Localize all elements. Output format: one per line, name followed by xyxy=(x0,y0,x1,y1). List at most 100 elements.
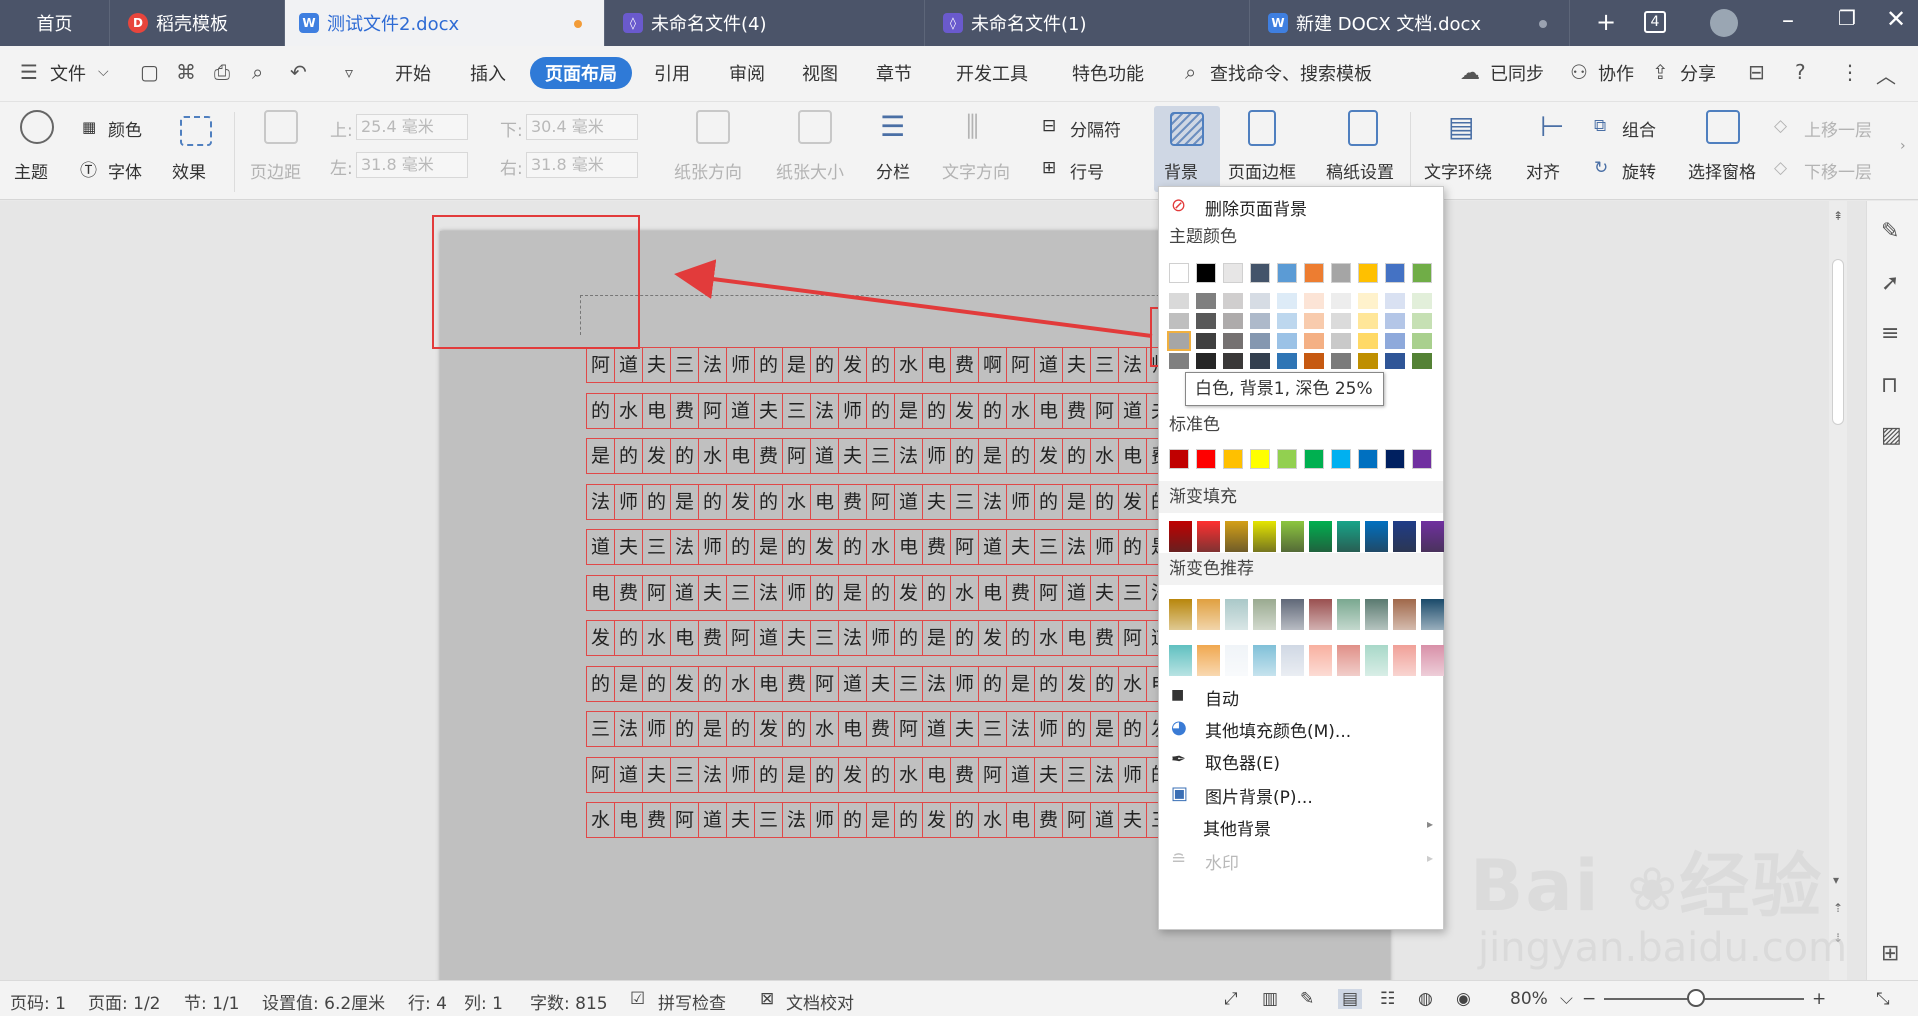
color-swatch[interactable] xyxy=(1196,353,1216,369)
color-swatch[interactable] xyxy=(1167,331,1191,351)
hamburger-icon[interactable]: ☰ xyxy=(20,60,38,84)
print-icon[interactable]: ⎙ xyxy=(214,60,230,84)
gradient-swatch[interactable] xyxy=(1281,521,1304,552)
columns-button[interactable]: 分栏 xyxy=(876,158,910,183)
menu-start[interactable]: 开始 xyxy=(395,60,431,86)
help-icon[interactable]: ? xyxy=(1795,60,1806,84)
setting-value[interactable]: 设置值: 6.2厘米 xyxy=(262,989,385,1014)
avatar[interactable] xyxy=(1710,9,1738,37)
menu-reference[interactable]: 引用 xyxy=(654,60,690,86)
orientation-button[interactable]: 纸张方向 xyxy=(674,158,742,183)
color-swatch[interactable] xyxy=(1304,263,1324,283)
color-swatch[interactable] xyxy=(1169,313,1189,329)
color-swatch[interactable] xyxy=(1331,353,1351,369)
more-icon[interactable]: ▿ xyxy=(345,63,353,82)
proofread-button[interactable]: 文档校对 xyxy=(786,989,854,1014)
gradient-swatch[interactable] xyxy=(1169,645,1192,676)
section-count[interactable]: 节: 1/1 xyxy=(184,989,240,1014)
gradient-swatch[interactable] xyxy=(1281,645,1304,676)
zoom-slider-knob[interactable] xyxy=(1687,989,1705,1007)
color-swatch[interactable] xyxy=(1385,313,1405,329)
color-swatch[interactable] xyxy=(1385,353,1405,369)
color-swatch[interactable] xyxy=(1169,263,1189,283)
bring-forward-button[interactable]: 上移一层 xyxy=(1804,116,1872,141)
color-swatch[interactable] xyxy=(1304,353,1324,369)
gradient-swatch[interactable] xyxy=(1225,521,1248,552)
color-swatch[interactable] xyxy=(1277,263,1297,283)
search-command[interactable]: 查找命令、搜索模板 xyxy=(1210,60,1372,86)
margin-button[interactable]: 页边距 xyxy=(250,158,301,183)
eyedropper-item[interactable]: 取色器(E) xyxy=(1205,749,1280,774)
gradient-swatch[interactable] xyxy=(1337,645,1360,676)
tab-home[interactable]: 首页 xyxy=(0,0,110,46)
color-swatch[interactable] xyxy=(1277,293,1297,309)
scroll-thumb[interactable] xyxy=(1832,259,1844,425)
menu-review[interactable]: 审阅 xyxy=(729,60,765,86)
page-border-button[interactable]: 页面边框 xyxy=(1228,158,1296,183)
menu-chapter[interactable]: 章节 xyxy=(876,60,912,86)
gradient-swatch[interactable] xyxy=(1365,521,1388,552)
color-swatch[interactable] xyxy=(1385,293,1405,309)
color-swatch[interactable] xyxy=(1169,353,1189,369)
gradient-swatch[interactable] xyxy=(1393,645,1416,676)
font-button[interactable]: 字体 xyxy=(108,158,142,183)
gradient-swatch[interactable] xyxy=(1197,645,1220,676)
color-swatch[interactable] xyxy=(1331,263,1351,283)
color-swatch[interactable] xyxy=(1196,313,1216,329)
color-swatch[interactable] xyxy=(1250,449,1270,469)
effect-button[interactable]: 效果 xyxy=(172,158,206,183)
gradient-swatch[interactable] xyxy=(1365,645,1388,676)
color-swatch[interactable] xyxy=(1250,293,1270,309)
color-swatch[interactable] xyxy=(1358,313,1378,329)
text-wrap-button[interactable]: 文字环绕 xyxy=(1424,158,1492,183)
gradient-swatch[interactable] xyxy=(1421,599,1444,630)
color-swatch[interactable] xyxy=(1223,263,1243,283)
format-painter-icon[interactable]: ⌘ xyxy=(176,60,196,84)
send-backward-button[interactable]: 下移一层 xyxy=(1804,158,1872,183)
gradient-swatch[interactable] xyxy=(1421,645,1444,676)
zoom-in-icon[interactable]: + xyxy=(1812,989,1826,1009)
word-count[interactable]: 字数: 815 xyxy=(530,989,608,1014)
rotate-button[interactable]: 旋转 xyxy=(1622,158,1656,183)
gradient-swatch[interactable] xyxy=(1421,521,1444,552)
color-swatch[interactable] xyxy=(1385,263,1405,283)
other-background-item[interactable]: 其他背景 xyxy=(1203,815,1271,840)
color-swatch[interactable] xyxy=(1277,333,1297,349)
color-swatch[interactable] xyxy=(1331,449,1351,469)
page-view-icon[interactable]: ▤ xyxy=(1338,989,1363,1009)
menu-developer[interactable]: 开发工具 xyxy=(956,60,1028,86)
color-swatch[interactable] xyxy=(1169,293,1189,309)
tab-unnamed-1[interactable]: ◊ 未命名文件(1) xyxy=(925,0,1250,46)
zoom-out-icon[interactable]: − xyxy=(1582,989,1596,1009)
spellcheck-button[interactable]: 拼写检查 xyxy=(658,989,726,1014)
tab-test-file[interactable]: W 测试文件2.docx xyxy=(285,0,605,46)
gradient-swatch[interactable] xyxy=(1225,599,1248,630)
ribbon-scroll-right-icon[interactable]: › xyxy=(1900,138,1906,154)
new-tab-icon[interactable]: + xyxy=(1596,8,1616,36)
apps-grid-icon[interactable]: ⊞ xyxy=(1881,941,1899,966)
gradient-swatch[interactable] xyxy=(1281,599,1304,630)
color-swatch[interactable] xyxy=(1304,293,1324,309)
top-margin-input[interactable]: 25.4 毫米 xyxy=(356,114,468,140)
selection-pane-button[interactable]: 选择窗格 xyxy=(1688,158,1756,183)
color-swatch[interactable] xyxy=(1358,293,1378,309)
sliders-icon[interactable]: ≡ xyxy=(1881,321,1899,346)
restore-icon[interactable]: ❐ xyxy=(1838,6,1856,30)
minimize-icon[interactable]: – xyxy=(1782,6,1794,34)
image-icon[interactable]: ▨ xyxy=(1881,423,1902,448)
group-button[interactable]: 组合 xyxy=(1622,116,1656,141)
collab-button[interactable]: 协作 xyxy=(1598,60,1634,86)
color-swatch[interactable] xyxy=(1412,353,1432,369)
gradient-swatch[interactable] xyxy=(1393,521,1416,552)
zoom-dropdown-icon[interactable]: ⌵ xyxy=(1560,989,1573,1009)
collapse-ribbon-icon[interactable]: ︿ xyxy=(1876,60,1896,89)
color-swatch[interactable] xyxy=(1358,449,1378,469)
scroll-top-icon[interactable]: ⇞ xyxy=(1833,209,1843,223)
web-view-icon[interactable]: ◍ xyxy=(1418,989,1433,1009)
color-swatch[interactable] xyxy=(1250,313,1270,329)
zoom-level[interactable]: 80% xyxy=(1510,989,1548,1009)
paper-size-button[interactable]: 纸张大小 xyxy=(776,158,844,183)
color-swatch[interactable] xyxy=(1358,333,1378,349)
outline-view-icon[interactable]: ☷ xyxy=(1380,989,1395,1009)
color-swatch[interactable] xyxy=(1412,293,1432,309)
